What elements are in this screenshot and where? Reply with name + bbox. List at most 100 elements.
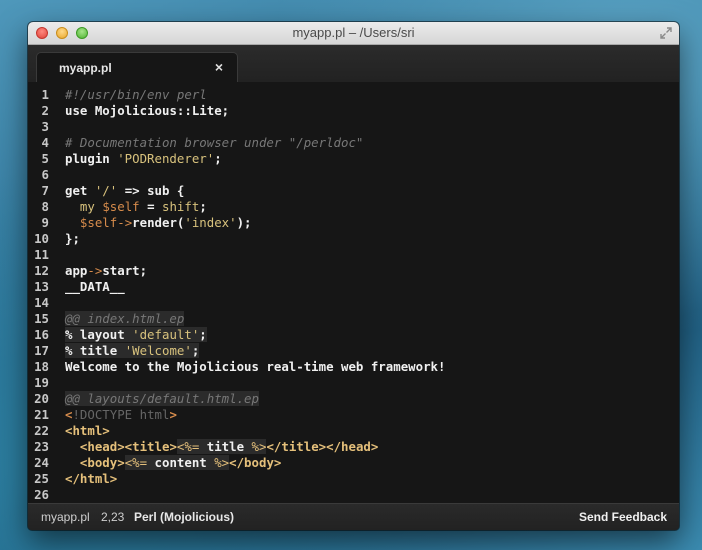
code-line[interactable]: 6 — [28, 167, 679, 183]
code-token: <%= — [124, 455, 148, 470]
code-line[interactable]: 1 #!/usr/bin/env perl — [28, 87, 679, 103]
code-token: render( — [132, 215, 185, 230]
code-token: '/' — [94, 183, 118, 198]
fullscreen-icon[interactable] — [659, 26, 673, 40]
code-token: @@ layouts/default.html.ep — [65, 391, 259, 406]
line-code: #!/usr/bin/env perl — [65, 87, 207, 103]
line-code: get '/' => sub { — [65, 183, 184, 199]
line-number: 1 — [41, 87, 49, 102]
code-line[interactable]: 22 <html> — [28, 423, 679, 439]
code-token: $self — [102, 199, 140, 214]
window-title: myapp.pl – /Users/sri — [292, 25, 415, 40]
code-token: <head><title> — [79, 439, 177, 454]
line-code: use Mojolicious::Lite; — [65, 103, 229, 119]
code-token: start; — [102, 263, 148, 278]
tab-myapp[interactable]: myapp.pl × — [36, 52, 238, 82]
code-line[interactable]: 5 plugin 'PODRenderer'; — [28, 151, 679, 167]
code-token: }; — [65, 231, 80, 246]
code-line[interactable]: 11 — [28, 247, 679, 263]
line-code: % layout 'default'; — [65, 327, 207, 343]
code-line[interactable]: 4 # Documentation browser under "/perldoc… — [28, 135, 679, 151]
close-tab-icon[interactable]: × — [215, 59, 223, 75]
code-token: <html> — [65, 423, 110, 438]
line-number: 4 — [41, 135, 49, 150]
code-line[interactable]: 23 <head><title><%= title %></title></he… — [28, 439, 679, 455]
editor-window: myapp.pl – /Users/sri myapp.pl × 1 #!/usr… — [28, 22, 679, 530]
tab-label: myapp.pl — [59, 61, 112, 75]
line-number: 9 — [41, 215, 49, 230]
code-line[interactable]: 18 Welcome to the Mojolicious real-time w… — [28, 359, 679, 375]
send-feedback-link[interactable]: Send Feedback — [579, 510, 667, 524]
code-line[interactable]: 2 use Mojolicious::Lite; — [28, 103, 679, 119]
line-number: 24 — [34, 455, 49, 470]
code-line[interactable]: 10}; — [28, 231, 679, 247]
code-line[interactable]: 21 <!DOCTYPE html> — [28, 407, 679, 423]
line-code: $self->render('index'); — [65, 215, 252, 231]
line-code: % title 'Welcome'; — [65, 343, 200, 359]
line-number: 13 — [34, 279, 49, 294]
code-token: shift — [162, 199, 200, 214]
code-token: ; — [191, 343, 200, 358]
code-token: <%= — [176, 439, 200, 454]
code-editor[interactable]: 1 #!/usr/bin/env perl 2 use Mojolicious::Li… — [28, 82, 679, 504]
line-code: Welcome to the Mojolicious real-time web… — [65, 359, 445, 375]
line-number: 16 — [34, 327, 49, 342]
code-token: !DOCTYPE html — [72, 407, 170, 422]
code-token: % layout — [65, 327, 133, 342]
line-number: 20 — [34, 391, 49, 406]
code-line[interactable]: 14 — [28, 295, 679, 311]
code-token: 'index' — [184, 215, 237, 230]
line-number: 14 — [34, 295, 49, 310]
status-file-name: myapp.pl — [41, 510, 90, 524]
code-token: % title — [65, 343, 125, 358]
code-token: __DATA__ — [65, 279, 125, 294]
line-code: plugin 'PODRenderer'; — [65, 151, 222, 167]
code-token: => sub { — [117, 183, 185, 198]
code-token: 'default' — [132, 327, 200, 342]
line-number: 8 — [41, 199, 49, 214]
code-token: title — [199, 439, 252, 454]
code-token: -> — [87, 263, 103, 278]
code-line[interactable]: 19 — [28, 375, 679, 391]
code-line[interactable]: 17 % title 'Welcome'; — [28, 343, 679, 359]
code-token: @@ index.html.ep — [65, 311, 185, 326]
code-token: ; — [214, 151, 222, 166]
code-line[interactable]: 7 get '/' => sub { — [28, 183, 679, 199]
line-number: 15 — [34, 311, 49, 326]
code-line[interactable]: 12 app->start; — [28, 263, 679, 279]
line-number: 3 — [41, 119, 49, 134]
code-line[interactable]: 13 __DATA__ — [28, 279, 679, 295]
code-token: = — [139, 199, 163, 214]
code-token: content — [147, 455, 215, 470]
code-token: 'PODRenderer' — [117, 151, 215, 166]
code-token: </body> — [229, 455, 282, 470]
line-code: }; — [65, 231, 80, 247]
line-number: 10 — [34, 231, 49, 246]
code-token: Welcome to the Mojolicious real-time web… — [65, 359, 446, 374]
line-code: <body><%= content %></body> — [65, 455, 281, 471]
line-code: @@ layouts/default.html.ep — [65, 391, 259, 407]
syntax-selector[interactable]: Perl (Mojolicious) — [134, 510, 234, 524]
code-token: use — [65, 103, 88, 118]
code-token: $self — [79, 215, 118, 230]
line-number: 21 — [34, 407, 49, 422]
code-line[interactable]: 9 $self->render('index'); — [28, 215, 679, 231]
line-code: # Documentation browser under "/perldoc" — [65, 135, 363, 151]
code-line[interactable]: 3 — [28, 119, 679, 135]
code-line[interactable]: 25 </html> — [28, 471, 679, 487]
code-token: > — [169, 407, 177, 422]
line-number: 11 — [34, 247, 49, 262]
tab-bar: myapp.pl × — [28, 45, 679, 83]
code-line[interactable]: 24 <body><%= content %></body> — [28, 455, 679, 471]
code-line[interactable]: 20 @@ layouts/default.html.ep — [28, 391, 679, 407]
code-line[interactable]: 15 @@ index.html.ep — [28, 311, 679, 327]
code-line[interactable]: 26 — [28, 487, 679, 503]
line-number: 6 — [41, 167, 49, 182]
code-line[interactable]: 16 % layout 'default'; — [28, 327, 679, 343]
code-token: ); — [236, 215, 252, 230]
code-line[interactable]: 8 my $self = shift; — [28, 199, 679, 215]
code-token: <body> — [79, 455, 125, 470]
code-token: </html> — [65, 471, 118, 486]
